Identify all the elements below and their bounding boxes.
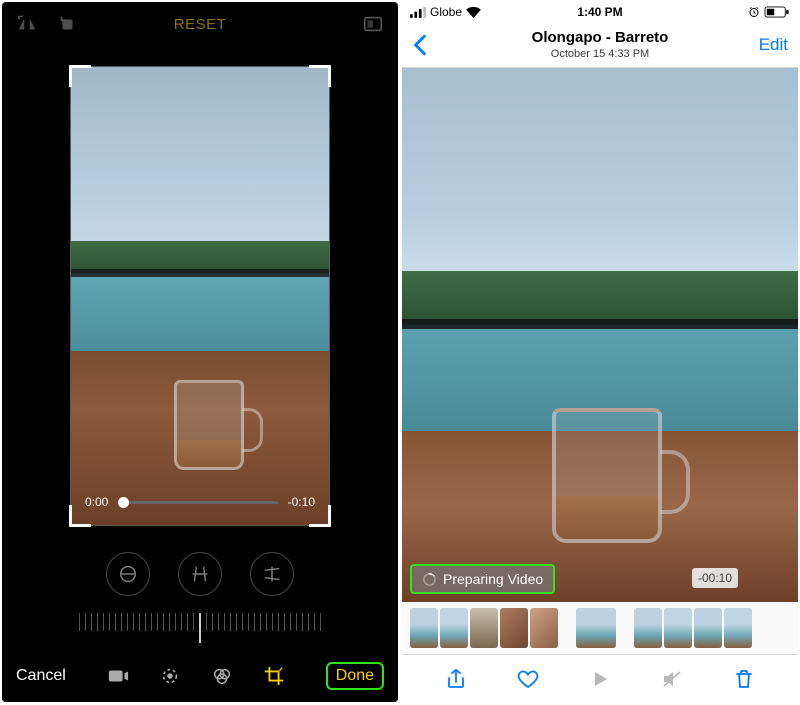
topbar-right-icons [314, 13, 384, 35]
thumbnail[interactable] [500, 608, 528, 648]
thumbnail-current[interactable] [576, 608, 616, 648]
done-button[interactable]: Done [336, 667, 374, 684]
mug-shape [174, 380, 244, 470]
adjustment-buttons [2, 552, 398, 596]
reset-button[interactable]: RESET [174, 16, 227, 33]
thumbnail[interactable] [694, 608, 722, 648]
thumbnail[interactable] [470, 608, 498, 648]
video-timeline[interactable]: 0:00 -0:10 [85, 495, 315, 509]
time-remaining-badge: -00:10 [692, 568, 738, 588]
flip-horizontal-icon[interactable] [16, 13, 38, 35]
statusbar-time: 1:40 PM [577, 5, 622, 19]
topbar-left-icons [16, 13, 86, 35]
mug-shape [552, 408, 662, 543]
slider-ticks [79, 613, 321, 643]
edit-mode-tabs [88, 665, 304, 687]
location-title: Olongapo - Barreto [532, 29, 669, 46]
edit-bottombar: Cancel Done [2, 650, 398, 702]
crop-stage: 0:00 -0:10 [2, 46, 398, 546]
edit-topbar: RESET [2, 2, 398, 46]
aspect-ratio-icon[interactable] [362, 13, 384, 35]
date-subtitle: October 15 4:33 PM [532, 48, 669, 60]
share-icon[interactable] [444, 667, 468, 691]
thumbnail[interactable] [440, 608, 468, 648]
filters-tab-icon[interactable] [211, 665, 233, 687]
photo-viewport[interactable]: Preparing Video -00:10 [402, 68, 798, 602]
crop-frame[interactable]: 0:00 -0:10 [70, 66, 330, 526]
edit-screen: RESET 0:00 -0:10 [2, 2, 398, 702]
wifi-icon [466, 7, 481, 18]
battery-icon [764, 6, 790, 18]
rotate-icon[interactable] [56, 13, 78, 35]
thumbnail-strip[interactable] [402, 602, 798, 654]
crop-handle-tl[interactable] [69, 65, 91, 87]
thumbnail[interactable] [530, 608, 558, 648]
preparing-video-label: Preparing Video [443, 571, 543, 587]
done-button-highlight: Done [326, 662, 384, 690]
carrier-label: Globe [430, 5, 462, 19]
status-bar: Globe 1:40 PM [402, 2, 798, 22]
horizontal-perspective-button[interactable] [250, 552, 294, 596]
back-button[interactable] [412, 34, 428, 56]
play-icon[interactable] [588, 667, 612, 691]
viewer-header: Olongapo - Barreto October 15 4:33 PM Ed… [402, 22, 798, 68]
edit-button[interactable]: Edit [759, 35, 788, 55]
spinner-icon [422, 572, 437, 587]
thumbnail[interactable] [664, 608, 692, 648]
favorite-icon[interactable] [516, 667, 540, 691]
video-tab-icon[interactable] [107, 665, 129, 687]
photo-content [402, 68, 798, 602]
thumbnail[interactable] [410, 608, 438, 648]
timeline-end-label: -0:10 [288, 495, 315, 509]
adjust-tab-icon[interactable] [159, 665, 181, 687]
vertical-perspective-button[interactable] [178, 552, 222, 596]
cancel-button[interactable]: Cancel [16, 667, 66, 685]
crop-tab-icon[interactable] [263, 665, 285, 687]
viewer-screen: Globe 1:40 PM Olongapo - Barreto October… [402, 2, 798, 702]
statusbar-right [690, 6, 790, 18]
trash-icon[interactable] [732, 667, 756, 691]
straighten-icon [117, 563, 139, 585]
horizontal-perspective-icon [261, 563, 283, 585]
timeline-start-label: 0:00 [85, 495, 108, 509]
viewer-bottombar [402, 654, 798, 702]
railing-shape [71, 269, 329, 277]
vertical-perspective-icon [189, 563, 211, 585]
railing-shape [402, 319, 798, 329]
video-preview [71, 67, 329, 525]
straighten-button[interactable] [106, 552, 150, 596]
angle-slider[interactable] [2, 602, 398, 654]
thumbnail[interactable] [634, 608, 662, 648]
mute-icon[interactable] [660, 667, 684, 691]
crop-handle-tr[interactable] [309, 65, 331, 87]
thumbnail[interactable] [724, 608, 752, 648]
signal-icon [410, 7, 426, 18]
header-title-block: Olongapo - Barreto October 15 4:33 PM [532, 29, 669, 60]
timeline-scrubber[interactable] [118, 501, 277, 504]
alarm-icon [748, 6, 760, 18]
statusbar-left: Globe [410, 5, 510, 19]
preparing-video-badge: Preparing Video [410, 564, 555, 594]
